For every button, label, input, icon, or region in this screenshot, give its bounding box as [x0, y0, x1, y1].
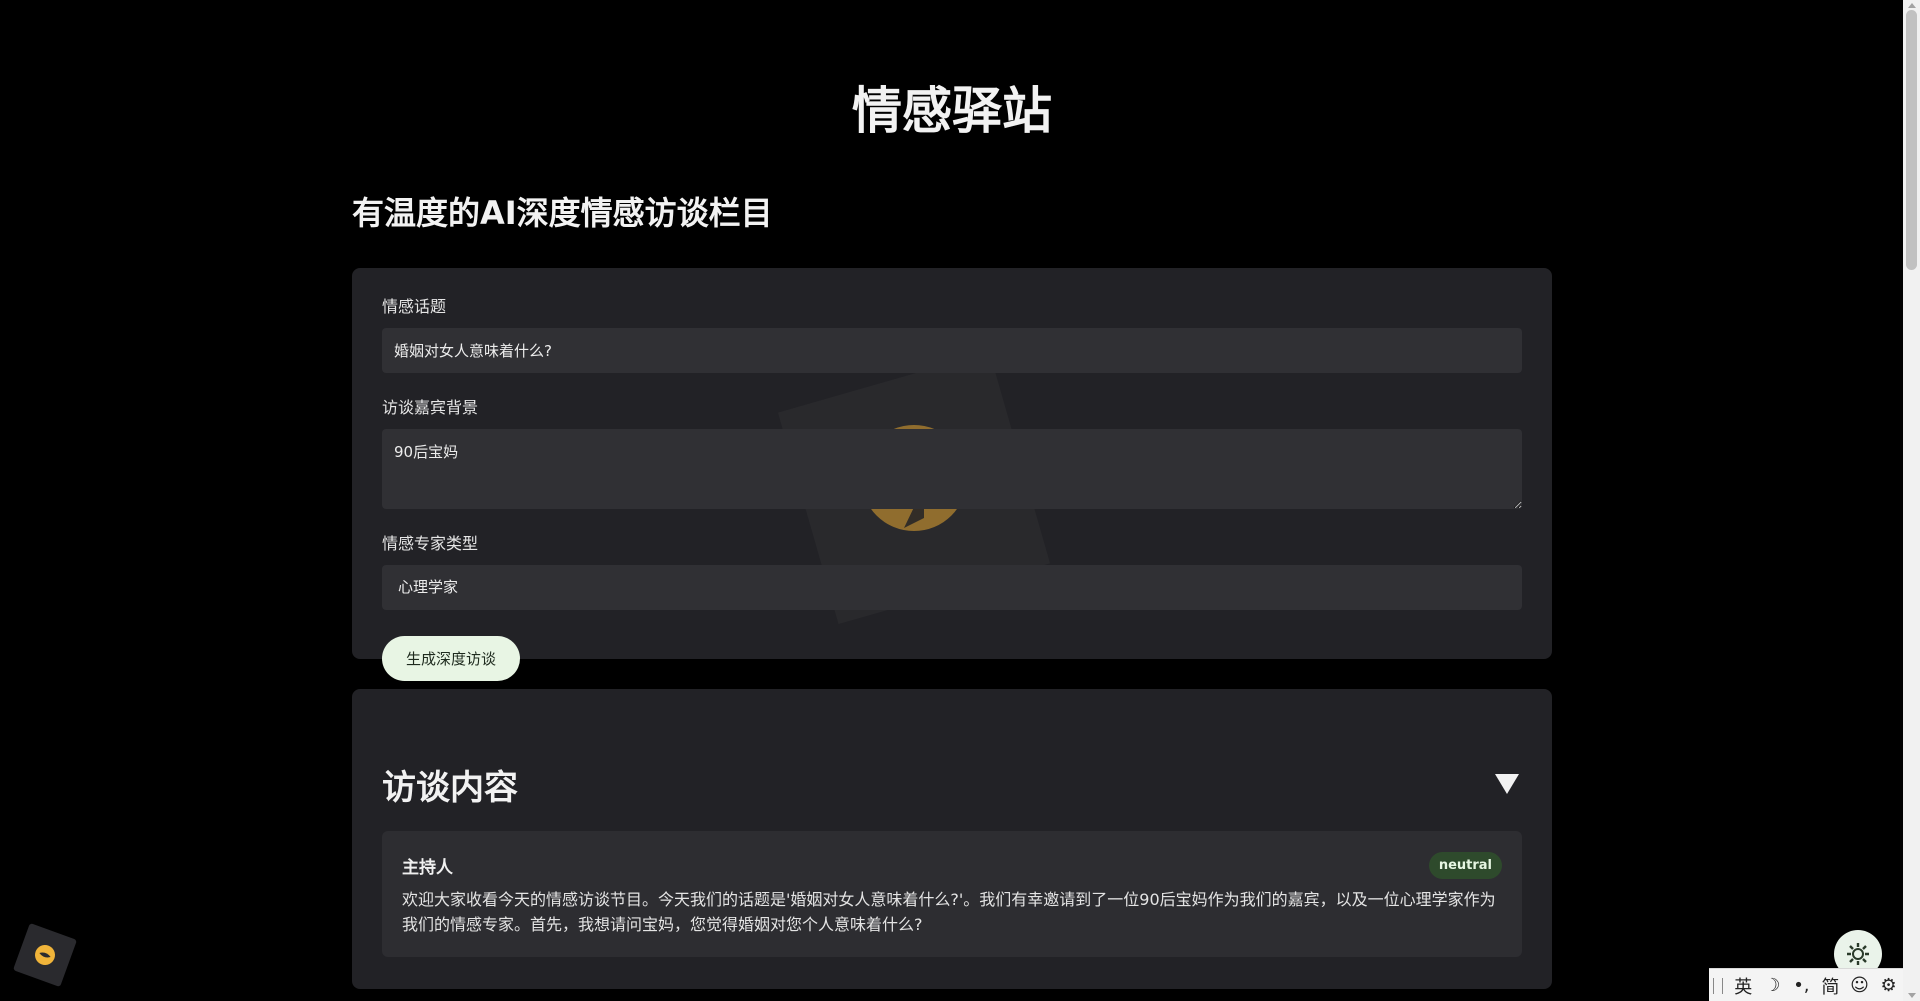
- ime-grip-handle[interactable]: [1713, 977, 1723, 994]
- moon-logo-icon[interactable]: [12, 922, 78, 988]
- page-subtitle: 有温度的AI深度情感访谈栏目: [352, 194, 773, 232]
- interview-section-title: 访谈内容: [382, 767, 518, 808]
- expert-type-select[interactable]: 心理学家: [382, 565, 1522, 610]
- ime-language-toggle[interactable]: 英: [1729, 972, 1758, 1000]
- site-title: 情感驿站: [852, 82, 1052, 140]
- main-container: 情感驿站 有温度的AI深度情感访谈栏目 情感话题 访谈嘉宾背景 90后宝妈 情感…: [352, 0, 1552, 989]
- triangle-down-icon[interactable]: [1492, 769, 1522, 799]
- interview-content-card: 访谈内容 主持人 neutral 欢迎大家收看今天的情感访谈节目。今天我们的话题…: [352, 689, 1552, 989]
- interview-form-card: 情感话题 访谈嘉宾背景 90后宝妈 情感专家类型 心理学家 生成深度访谈: [352, 268, 1552, 681]
- expert-type-label: 情感专家类型: [382, 534, 479, 553]
- generate-interview-button[interactable]: 生成深度访谈: [382, 636, 521, 681]
- collapse-triangle-glyph: [1495, 774, 1519, 794]
- message-card: 主持人 neutral 欢迎大家收看今天的情感访谈节目。今天我们的话题是'婚姻对…: [382, 831, 1522, 957]
- moon-icon[interactable]: ☽: [1758, 972, 1787, 1000]
- moon-logo-glyph: [35, 945, 55, 965]
- scroll-down-arrow-icon[interactable]: [1908, 993, 1916, 998]
- expert-type-select-wrapper: 心理学家: [382, 565, 1522, 610]
- scroll-up-arrow-icon[interactable]: [1908, 3, 1916, 8]
- guest-background-textarea[interactable]: 90后宝妈: [382, 429, 1522, 509]
- guest-background-label: 访谈嘉宾背景: [382, 398, 479, 417]
- ime-settings-icon[interactable]: ⚙: [1874, 972, 1903, 1000]
- scrollbar-thumb[interactable]: [1906, 10, 1917, 270]
- page-scrollbar[interactable]: [1903, 0, 1920, 1001]
- emoji-icon[interactable]: ☺: [1845, 972, 1874, 1000]
- ime-toolbar: 英 ☽ •, 简 ☺ ⚙: [1709, 968, 1903, 1001]
- topic-label: 情感话题: [382, 297, 447, 316]
- page: 情感驿站 有温度的AI深度情感访谈栏目 情感话题 访谈嘉宾背景 90后宝妈 情感…: [0, 0, 1920, 1001]
- speaker-name: 主持人: [402, 857, 453, 878]
- message-text: 欢迎大家收看今天的情感访谈节目。今天我们的话题是'婚姻对女人意味着什么?'。我们…: [402, 890, 1496, 934]
- interview-section-header: 访谈内容: [382, 759, 1522, 809]
- topic-input[interactable]: [382, 328, 1522, 373]
- emotion-badge: neutral: [1428, 851, 1502, 879]
- gear-glyph: [1847, 943, 1869, 965]
- punctuation-icon[interactable]: •,: [1787, 972, 1816, 1000]
- message-header: 主持人 neutral: [402, 849, 1502, 881]
- ime-charset-toggle[interactable]: 简: [1816, 972, 1845, 1000]
